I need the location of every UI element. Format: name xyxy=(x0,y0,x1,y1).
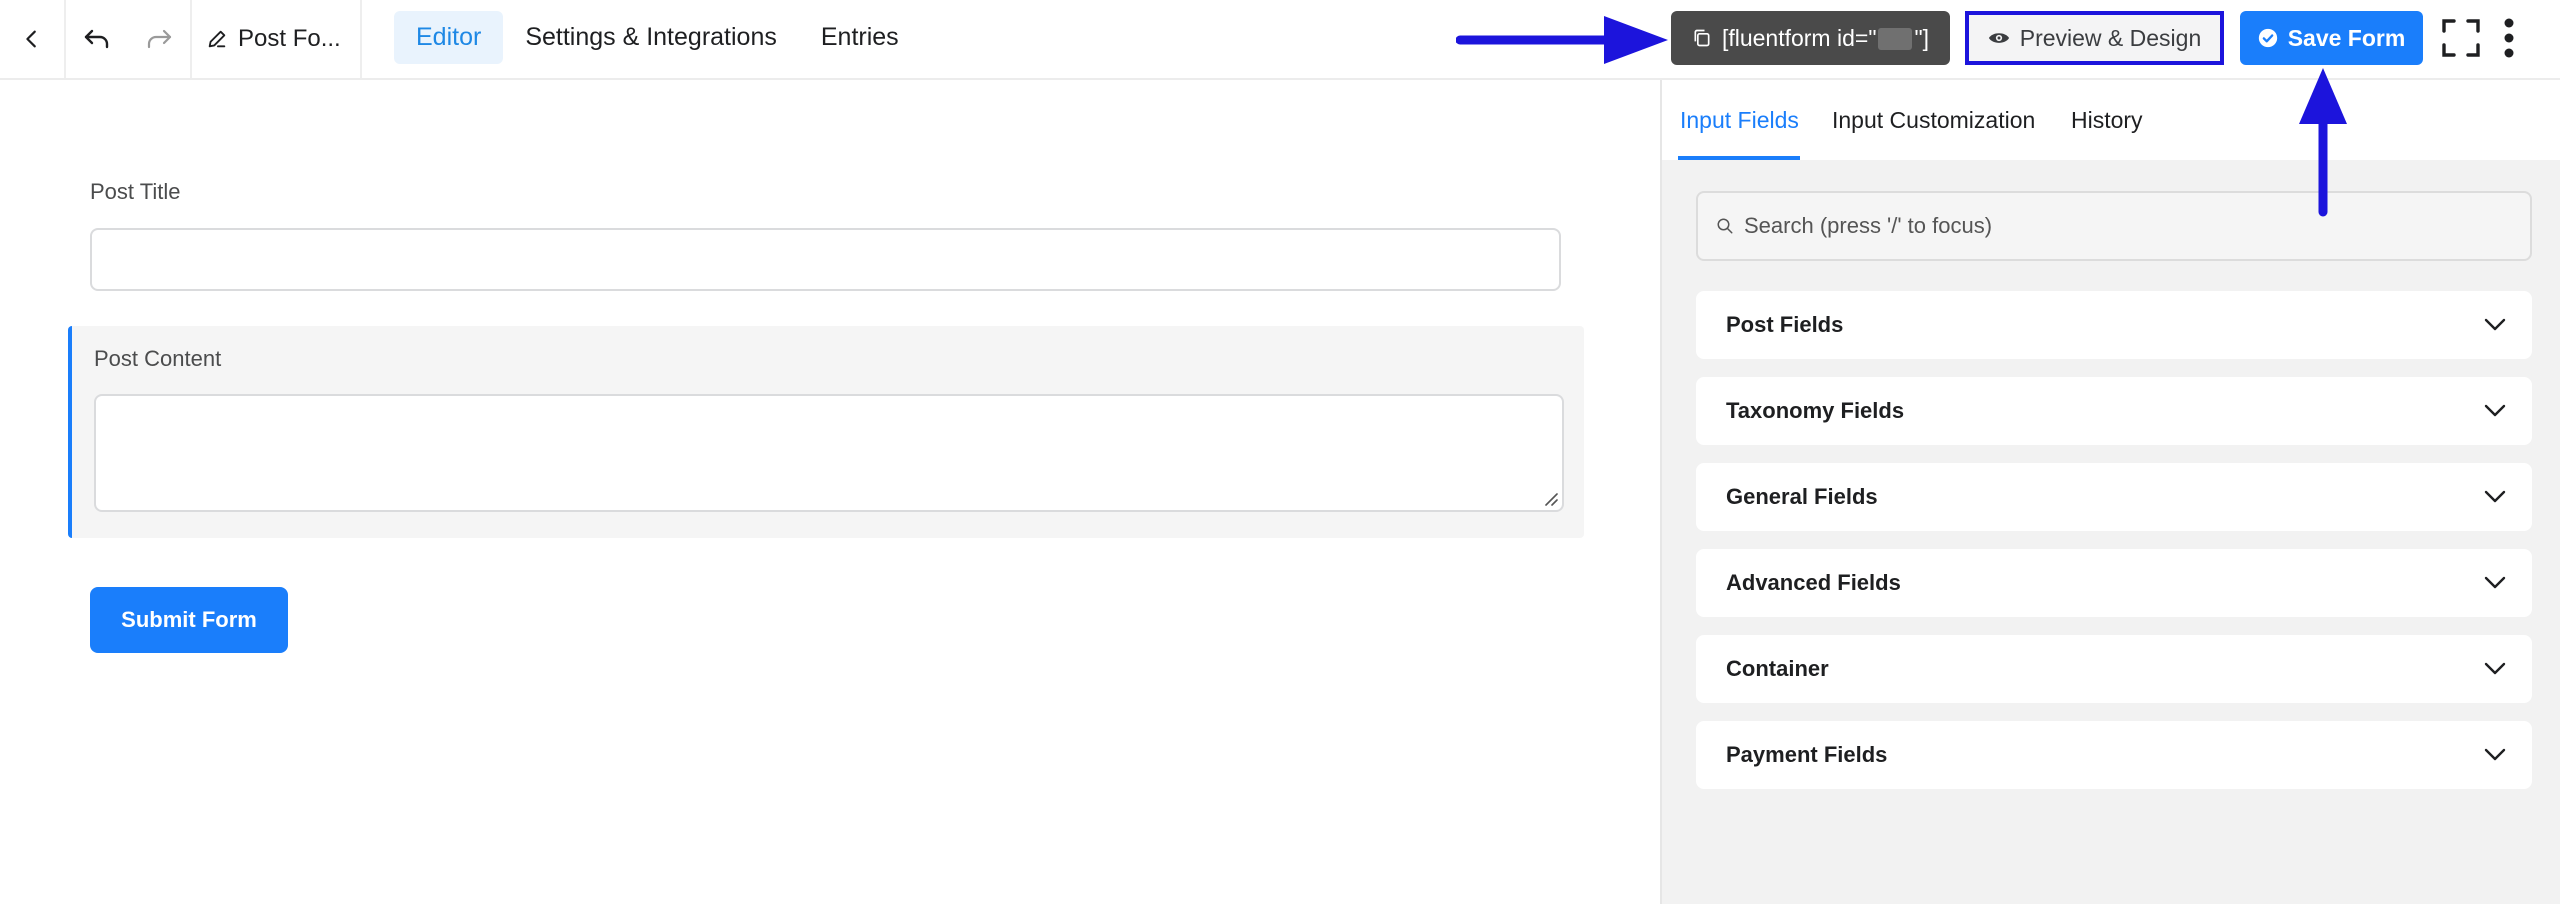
tab-editor[interactable]: Editor xyxy=(394,11,504,64)
annotation-arrow-right xyxy=(1456,16,1668,64)
resize-handle-icon[interactable] xyxy=(1542,490,1558,506)
top-toolbar: Post Fo... Editor Settings & Integration… xyxy=(0,0,2560,80)
back-button[interactable] xyxy=(0,0,64,78)
sidebar-tabs: Input Fields Input Customization History xyxy=(1662,80,2560,160)
divider xyxy=(360,0,362,78)
redacted-id xyxy=(1878,28,1913,51)
fields-sidebar: Input Fields Input Customization History… xyxy=(1660,80,2560,904)
search-input[interactable] xyxy=(1744,213,2504,239)
shortcode-copy-button[interactable]: [fluentform id=" "] xyxy=(1671,11,1950,65)
fullscreen-button[interactable] xyxy=(2440,17,2482,59)
active-tab-indicator xyxy=(1678,156,1800,160)
chevron-left-icon xyxy=(26,30,36,48)
save-label: Save Form xyxy=(2287,24,2406,51)
section-payment-fields[interactable]: Payment Fields xyxy=(1696,721,2532,789)
preview-label: Preview & Design xyxy=(2019,24,2202,51)
chevron-down-icon xyxy=(2484,576,2506,589)
redo-button[interactable] xyxy=(128,0,190,78)
search-icon xyxy=(1717,218,1733,234)
post-title-label: Post Title xyxy=(90,179,181,204)
chevron-down-icon xyxy=(2484,490,2506,503)
section-label: Post Fields xyxy=(1726,312,1844,337)
form-name: Post Fo... xyxy=(238,25,341,52)
tab-input-fields[interactable]: Input Fields xyxy=(1680,80,1799,160)
redo-icon xyxy=(147,29,172,49)
chevron-down-icon xyxy=(2484,662,2506,675)
chevron-down-icon xyxy=(2484,318,2506,331)
field-search[interactable] xyxy=(1696,191,2532,261)
more-options-button[interactable] xyxy=(2494,15,2524,61)
form-name-button[interactable]: Post Fo... xyxy=(192,0,360,78)
check-circle-icon xyxy=(2258,28,2277,48)
save-form-button[interactable]: Save Form xyxy=(2240,11,2423,65)
post-content-textarea[interactable] xyxy=(94,394,1564,512)
shortcode-text: [fluentform id=" "] xyxy=(1721,24,1930,51)
annotation-arrow-up xyxy=(2299,68,2347,217)
form-canvas: Post Title Post Content Submit Form xyxy=(0,80,1660,904)
more-vertical-icon xyxy=(2504,18,2514,58)
section-label: Container xyxy=(1726,656,1829,681)
fullscreen-icon xyxy=(2442,19,2480,57)
post-content-field-selected[interactable]: Post Content xyxy=(68,326,1584,538)
section-advanced-fields[interactable]: Advanced Fields xyxy=(1696,549,2532,617)
submit-form-button[interactable]: Submit Form xyxy=(90,587,288,653)
main-nav: Editor Settings & Integrations Entries xyxy=(394,11,921,64)
section-label: General Fields xyxy=(1726,484,1878,509)
section-label: Taxonomy Fields xyxy=(1726,398,1905,423)
section-general-fields[interactable]: General Fields xyxy=(1696,463,2532,531)
undo-button[interactable] xyxy=(66,0,128,78)
tab-input-customization[interactable]: Input Customization xyxy=(1832,80,2035,160)
chevron-down-icon xyxy=(2484,404,2506,417)
section-taxonomy-fields[interactable]: Taxonomy Fields xyxy=(1696,377,2532,445)
section-label: Payment Fields xyxy=(1726,742,1888,767)
section-label: Advanced Fields xyxy=(1726,570,1901,595)
preview-design-button[interactable]: Preview & Design xyxy=(1965,11,2224,65)
post-content-label: Post Content xyxy=(94,346,222,371)
post-title-input[interactable] xyxy=(90,228,1561,291)
tab-settings-integrations[interactable]: Settings & Integrations xyxy=(503,11,799,64)
section-post-fields[interactable]: Post Fields xyxy=(1696,291,2532,359)
pencil-icon xyxy=(208,30,226,48)
copy-icon xyxy=(1694,29,1710,47)
section-container[interactable]: Container xyxy=(1696,635,2532,703)
tab-history[interactable]: History xyxy=(2071,80,2143,160)
tab-entries[interactable]: Entries xyxy=(799,11,921,64)
eye-icon xyxy=(1988,33,2009,43)
undo-icon xyxy=(84,29,109,49)
chevron-down-icon xyxy=(2484,748,2506,761)
